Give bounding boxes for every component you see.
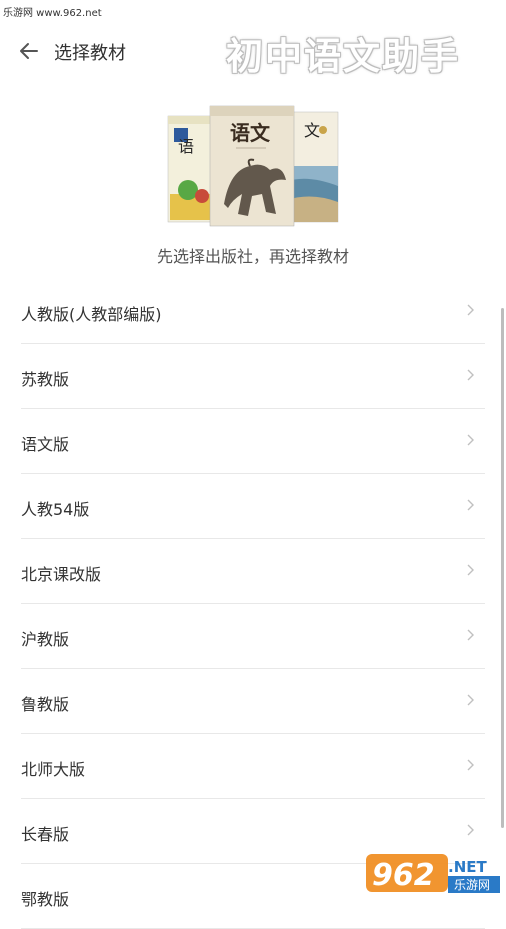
instruction-subtitle: 先选择出版社，再选择教材: [156, 247, 349, 266]
chevron-right-icon: [467, 759, 474, 771]
publisher-label: 北师大版: [21, 760, 86, 779]
textbook-cover-center: 语文: [209, 105, 295, 227]
publisher-item-beijing-kegai[interactable]: 北京课改版: [21, 539, 485, 604]
scrollbar[interactable]: [501, 308, 504, 828]
publisher-label: 长春版: [21, 825, 70, 844]
publisher-label: 人教版(人教部编版): [21, 305, 162, 324]
chevron-right-icon: [467, 434, 474, 446]
publisher-item-hujiao[interactable]: 沪教版: [21, 604, 485, 669]
chevron-right-icon: [467, 369, 474, 381]
svg-text:.NET: .NET: [448, 858, 487, 876]
publisher-label: 鲁教版: [21, 695, 70, 714]
arrow-left-icon: [20, 43, 38, 59]
site-logo-watermark: 962 .NET 乐游网: [366, 850, 502, 896]
back-button[interactable]: [14, 36, 44, 66]
publisher-item-renjiao-bubian[interactable]: 人教版(人教部编版): [21, 279, 485, 344]
publisher-label: 鄂教版: [21, 890, 70, 909]
svg-text:乐游网: 乐游网: [454, 878, 490, 892]
svg-text:962: 962: [372, 858, 435, 893]
publisher-item-lujiao[interactable]: 鲁教版: [21, 669, 485, 734]
publisher-label: 沪教版: [21, 630, 70, 649]
chevron-right-icon: [467, 499, 474, 511]
publisher-label: 北京课改版: [21, 565, 102, 584]
textbook-covers-image: 语 文 语文: [166, 104, 342, 228]
publisher-item-renjiao-54[interactable]: 人教54版: [21, 474, 485, 539]
publisher-label: 人教54版: [21, 500, 90, 519]
chevron-right-icon: [467, 629, 474, 641]
publisher-item-yuwen[interactable]: 语文版: [21, 409, 485, 474]
watermark-text: 乐游网 www.962.net: [3, 8, 102, 19]
publisher-label: 苏教版: [21, 370, 70, 389]
chevron-right-icon: [467, 564, 474, 576]
svg-text:文: 文: [304, 121, 320, 140]
publisher-item-beishida[interactable]: 北师大版: [21, 734, 485, 799]
publisher-label: 语文版: [21, 435, 70, 454]
publisher-item-sujiao[interactable]: 苏教版: [21, 344, 485, 409]
chevron-right-icon: [467, 694, 474, 706]
svg-text:语文: 语文: [230, 121, 271, 145]
publisher-list: 人教版(人教部编版) 苏教版 语文版 人教54版 北京课改版 沪教版 鲁教版 北…: [0, 279, 506, 929]
svg-text:语: 语: [178, 137, 194, 156]
page-title: 选择教材: [54, 43, 126, 64]
chevron-right-icon: [467, 824, 474, 836]
promo-overlay-text: 初中语文助手: [226, 35, 460, 78]
chevron-right-icon: [467, 304, 474, 316]
